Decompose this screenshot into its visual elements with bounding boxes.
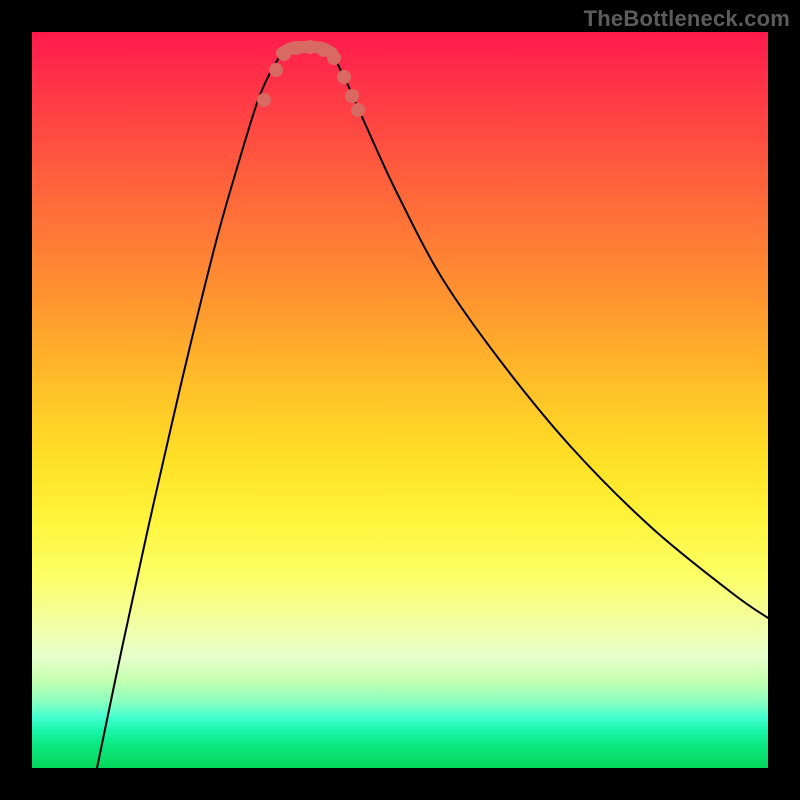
plot-area [32, 32, 768, 768]
valley-marker [345, 89, 359, 103]
valley-markers [257, 40, 365, 117]
valley-marker [351, 103, 365, 117]
valley-marker [257, 93, 271, 107]
valley-marker [277, 47, 291, 61]
valley-marker [327, 51, 341, 65]
watermark-text: TheBottleneck.com [584, 6, 790, 32]
valley-marker [289, 41, 303, 55]
curve-right-branch [332, 53, 768, 618]
valley-marker [269, 63, 283, 77]
chart-frame: TheBottleneck.com [0, 0, 800, 800]
valley-marker [303, 40, 317, 54]
valley-marker [337, 70, 351, 84]
curve-left-branch [97, 53, 282, 768]
curve-layer [32, 32, 768, 768]
